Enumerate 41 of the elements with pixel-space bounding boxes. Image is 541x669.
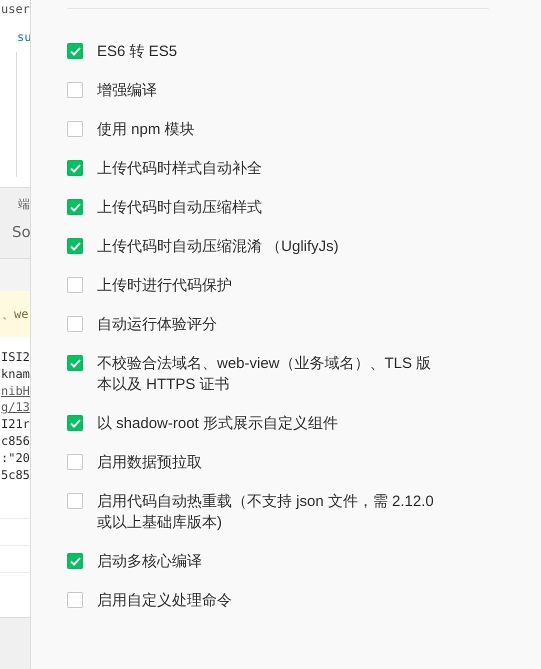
checkbox[interactable] <box>67 160 83 176</box>
code-text: su <box>16 29 30 44</box>
checkbox[interactable] <box>67 493 83 509</box>
checkbox[interactable] <box>67 199 83 215</box>
code-text: g/13 <box>1 399 30 416</box>
checkbox[interactable] <box>67 238 83 254</box>
code-text: c856 <box>1 432 30 450</box>
checkbox[interactable] <box>67 355 83 371</box>
notice-text: 、we <box>2 306 28 322</box>
code-text: :"20 <box>1 450 30 467</box>
setting-label[interactable]: 不校验合法域名、web-view（业务域名）、TLS 版本以及 HTTPS 证书 <box>97 353 442 395</box>
code-text: knam <box>1 366 30 383</box>
checkbox[interactable] <box>67 415 83 431</box>
code-text: ISI2 <box>1 349 30 366</box>
code-text: I21r <box>1 416 30 433</box>
checkbox[interactable] <box>67 592 83 608</box>
checkbox[interactable] <box>67 316 83 332</box>
checkbox[interactable] <box>67 277 83 293</box>
code-text: nibH <box>1 382 30 400</box>
setting-label[interactable]: 上传时进行代码保护 <box>97 275 442 296</box>
setting-label[interactable]: 上传代码时样式自动补全 <box>97 158 442 179</box>
checkbox[interactable] <box>67 553 83 569</box>
setting-label[interactable]: 使用 npm 模块 <box>97 119 442 140</box>
toolbar-button[interactable]: So <box>0 213 30 241</box>
setting-label[interactable]: ES6 转 ES5 <box>97 41 442 62</box>
setting-label[interactable]: 自动运行体验评分 <box>97 314 442 335</box>
setting-label[interactable]: 启用代码自动热重载（不支持 json 文件，需 2.12.0 或以上基础库版本) <box>97 491 442 533</box>
setting-label[interactable]: 启动多核心编译 <box>97 551 442 572</box>
tab-label[interactable]: 端 <box>16 188 30 213</box>
setting-label[interactable]: 上传代码时自动压缩样式 <box>97 197 442 218</box>
code-text: 5c85 <box>1 466 30 484</box>
setting-label[interactable]: 以 shadow-root 形式展示自定义组件 <box>97 413 442 434</box>
setting-label[interactable]: 启用自定义处理命令 <box>97 590 442 611</box>
checkbox[interactable] <box>67 454 83 470</box>
checkbox[interactable] <box>67 43 83 59</box>
setting-label[interactable]: 上传代码时自动压缩混淆 （UglifyJs) <box>97 236 442 257</box>
setting-label[interactable]: 启用数据预拉取 <box>97 452 442 473</box>
checkbox[interactable] <box>67 82 83 98</box>
setting-label[interactable]: 增强编译 <box>97 80 442 101</box>
checkbox[interactable] <box>67 121 83 137</box>
code-text: user <box>0 1 30 16</box>
